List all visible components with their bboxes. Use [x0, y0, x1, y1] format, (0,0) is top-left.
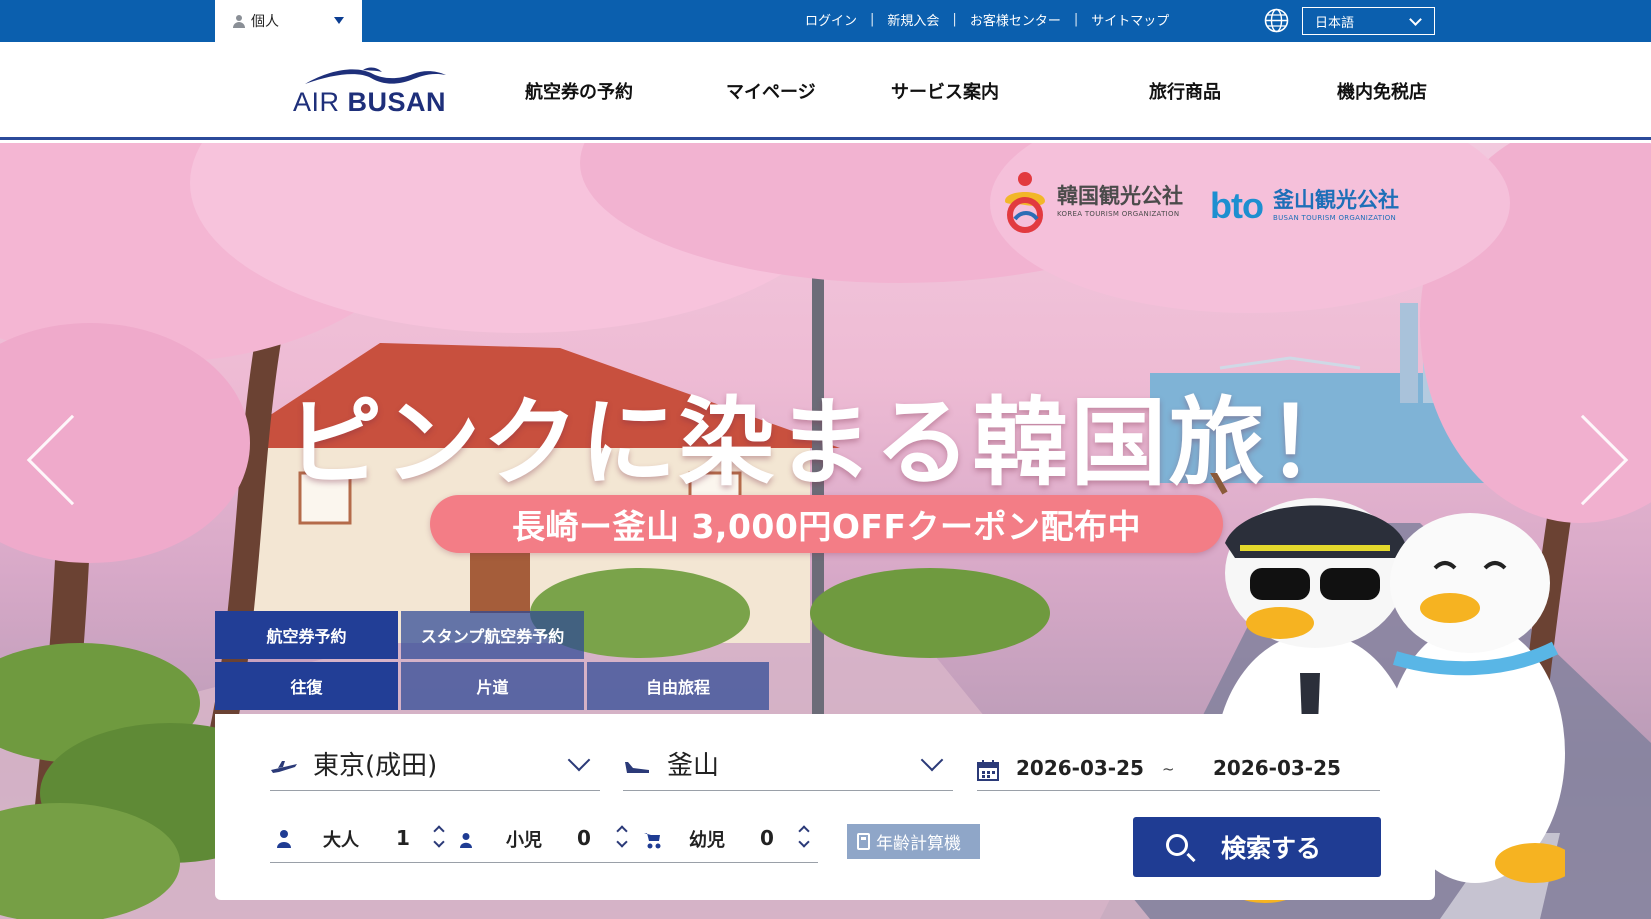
depart-date[interactable]: 2026-03-25: [1016, 756, 1144, 780]
separator: |: [952, 11, 957, 27]
logo-prefix: AIR: [293, 87, 340, 117]
korea-tourism-subtitle: KOREA TOURISM ORGANIZATION: [1057, 210, 1180, 218]
infant-stroller-icon: [644, 833, 661, 849]
age-calculator-button[interactable]: 年齢計算機: [847, 824, 980, 859]
tab-one-way[interactable]: 片道: [401, 662, 584, 710]
age-calculator-label: 年齢計算機: [876, 834, 961, 854]
person-icon: [233, 14, 245, 28]
child-icon: [460, 833, 472, 848]
language-select[interactable]: 日本語: [1302, 7, 1435, 35]
bto-logo-mark: bto: [1210, 185, 1264, 226]
adult-label: 大人: [323, 830, 359, 851]
member-type-value: 個人: [251, 14, 279, 30]
logo-main: BUSAN: [347, 87, 447, 117]
coupon-banner[interactable]: 長崎ー釜山 3,000円OFFクーポン配布中: [430, 495, 1223, 553]
logo-wordmark: AIR BUSAN: [293, 87, 446, 118]
busan-tourism-name: 釜山観光公社: [1272, 188, 1399, 212]
korea-tourism-logo-icon: [1005, 172, 1045, 233]
partner-korea-tourism: 韓国観光公社 KOREA TOURISM ORGANIZATION: [997, 171, 1183, 233]
increase-icon[interactable]: [433, 825, 445, 837]
decrease-icon[interactable]: [616, 836, 628, 848]
nav-travel-products[interactable]: 旅行商品: [1149, 78, 1221, 104]
child-stepper[interactable]: [616, 824, 628, 850]
tab-ticket-booking[interactable]: 航空券予約: [215, 611, 398, 659]
separator: |: [1073, 11, 1079, 27]
decrease-icon[interactable]: [433, 836, 445, 848]
customer-center-link[interactable]: お客様センター: [970, 10, 1061, 29]
arrival-plane-icon: [625, 762, 649, 773]
nav-duty-free[interactable]: 機内免税店: [1337, 78, 1427, 104]
language-value: 日本語: [1315, 15, 1355, 31]
caret-down-icon: [334, 17, 344, 24]
member-type-select[interactable]: 個人: [215, 0, 362, 42]
passenger-underline: [270, 862, 818, 863]
nav-services[interactable]: サービス案内: [891, 78, 999, 104]
utility-links: ログイン | 新規入会 | お客様センター | サイトマップ: [805, 0, 1169, 38]
child-count: 0: [577, 826, 591, 850]
nav-mypage[interactable]: マイページ: [726, 78, 816, 104]
destination-value[interactable]: 釜山: [667, 745, 719, 782]
infant-label: 幼児: [689, 830, 725, 851]
origin-underline: [270, 790, 600, 791]
return-date[interactable]: 2026-03-25: [1213, 756, 1341, 780]
adult-stepper[interactable]: [433, 824, 445, 850]
korea-tourism-name: 韓国観光公社: [1057, 184, 1183, 208]
air-busan-logo[interactable]: AIR BUSAN: [293, 66, 448, 118]
increase-icon[interactable]: [616, 825, 628, 837]
search-button[interactable]: 検索する: [1133, 817, 1381, 877]
calculator-icon: [857, 833, 870, 850]
tab-multi-city[interactable]: 自由旅程: [587, 662, 769, 710]
separator: |: [870, 11, 875, 27]
search-label: 検索する: [1221, 834, 1322, 863]
globe-icon: [1264, 8, 1289, 33]
adult-icon: [277, 830, 291, 848]
top-utility-bar: 個人 ログイン | 新規入会 | お客様センター | サイトマップ 日本語: [0, 0, 1651, 42]
signup-link[interactable]: 新規入会: [887, 10, 939, 29]
infant-count: 0: [760, 826, 774, 850]
origin-value[interactable]: 東京(成田): [313, 745, 437, 782]
partner-busan-tourism: bto 釜山観光公社 BUSAN TOURISM ORGANIZATION: [1210, 188, 1399, 224]
logo-wing-mark: [305, 67, 446, 84]
date-underline: [977, 790, 1380, 791]
departure-plane-icon: [271, 761, 297, 773]
busan-tourism-subtitle: BUSAN TOURISM ORGANIZATION: [1272, 214, 1397, 222]
sitemap-link[interactable]: サイトマップ: [1091, 10, 1169, 29]
tab-round-trip[interactable]: 往復: [215, 662, 398, 710]
login-link[interactable]: ログイン: [805, 10, 857, 29]
date-separator: ~: [1162, 760, 1175, 778]
calendar-icon[interactable]: [977, 759, 999, 781]
adult-count: 1: [396, 826, 410, 850]
chevron-down-icon: [1409, 13, 1422, 26]
tab-stamp-ticket-booking[interactable]: スタンプ航空券予約: [401, 611, 584, 659]
nav-ticket-booking[interactable]: 航空券の予約: [525, 78, 633, 104]
decrease-icon[interactable]: [798, 836, 810, 848]
increase-icon[interactable]: [798, 825, 810, 837]
infant-stepper[interactable]: [798, 824, 810, 850]
main-header: AIR BUSAN 航空券の予約 マイページ サービス案内 旅行商品 機内免税店: [0, 42, 1651, 140]
child-label: 小児: [506, 830, 542, 851]
destination-underline: [623, 790, 953, 791]
search-icon: [1166, 834, 1188, 856]
